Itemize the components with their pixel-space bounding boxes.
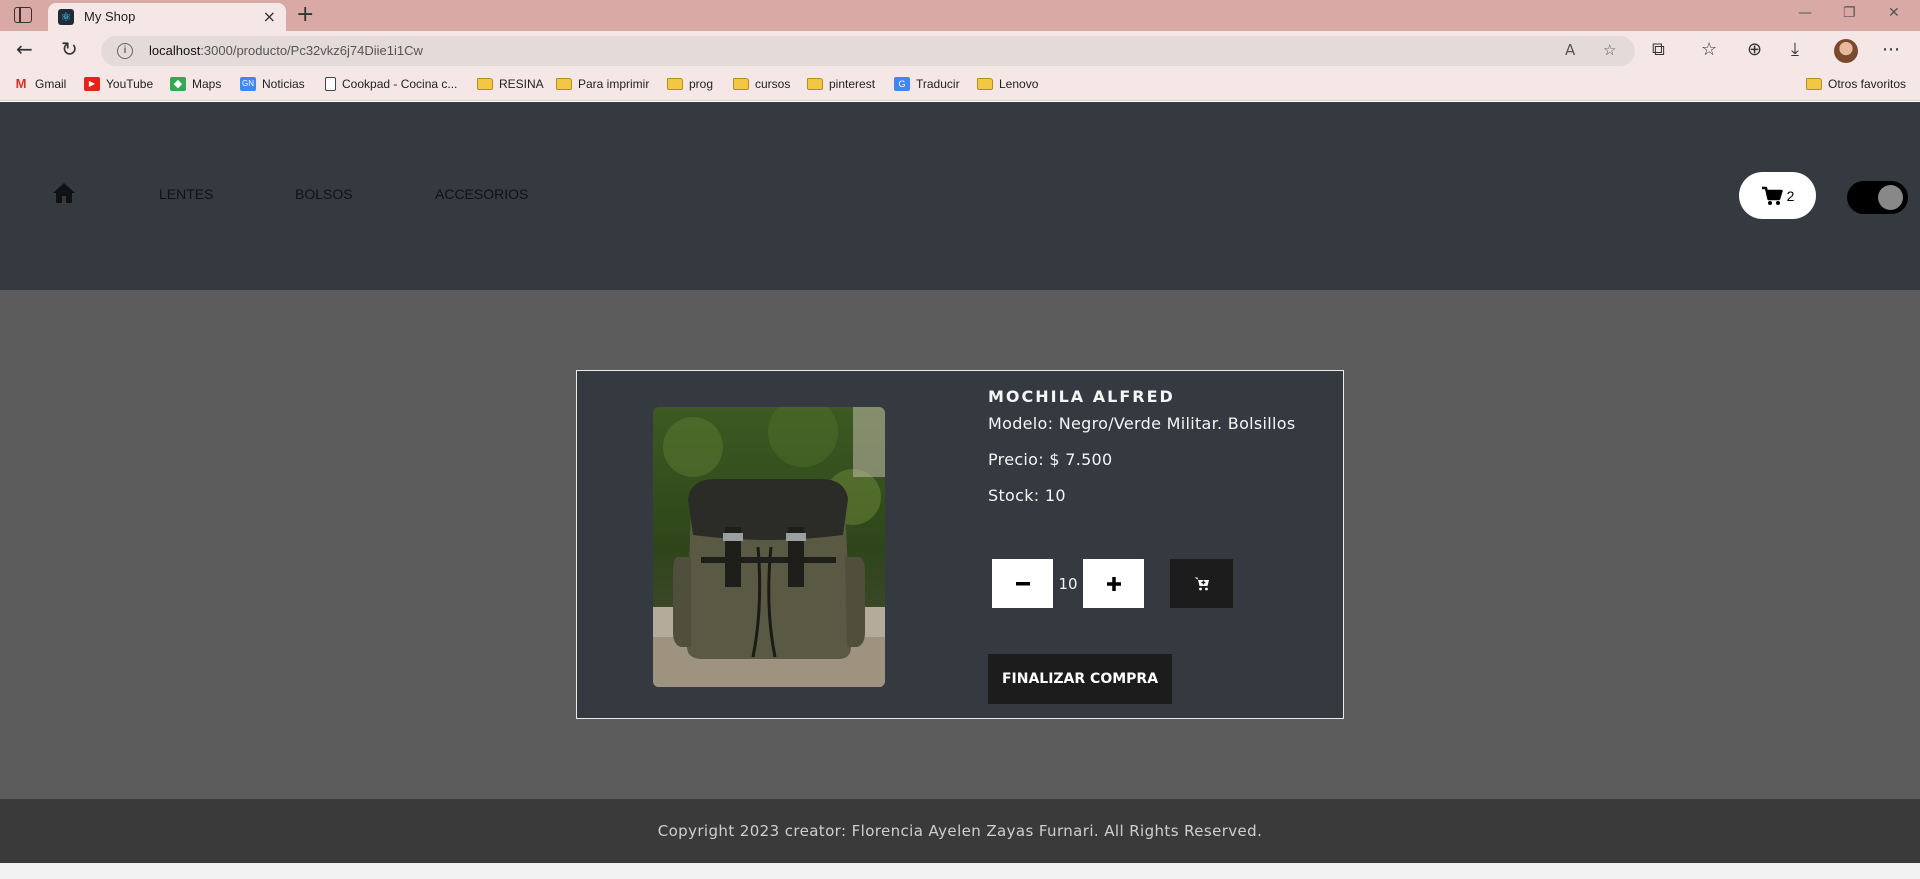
extensions-icon[interactable]: ⧉ — [1652, 39, 1665, 60]
bookmark-label: Traducir — [916, 77, 960, 91]
minimize-icon[interactable]: — — [1798, 5, 1812, 21]
site-header: LENTES BOLSOS ACCESORIOS 2 — [0, 102, 1920, 290]
quantity-stepper: 10 — [992, 559, 1144, 608]
bookmark-label: cursos — [755, 77, 791, 91]
plus-icon — [1106, 576, 1121, 591]
bookmark-resina[interactable]: RESINA — [477, 77, 544, 91]
bookmark-label: RESINA — [499, 77, 544, 91]
url-text[interactable]: localhost:3000/producto/Pc32vkz6j74Diie1… — [149, 43, 423, 58]
reload-icon[interactable]: ↻ — [61, 37, 78, 61]
product-image — [653, 407, 885, 687]
folder-icon — [807, 78, 823, 90]
main-content: MOCHILA ALFRED Modelo: Negro/Verde Milit… — [0, 290, 1920, 799]
more-menu-icon[interactable]: ⋯ — [1882, 39, 1900, 60]
site-info-icon[interactable]: i — [117, 43, 133, 59]
product-model: Modelo: Negro/Verde Militar. Bolsillos — [988, 414, 1296, 433]
folder-icon — [733, 78, 749, 90]
close-tab-icon[interactable]: × — [263, 7, 276, 26]
product-card: MOCHILA ALFRED Modelo: Negro/Verde Milit… — [576, 370, 1344, 719]
address-bar[interactable]: i localhost:3000/producto/Pc32vkz6j74Dii… — [101, 36, 1635, 66]
increase-quantity-button[interactable] — [1083, 559, 1144, 608]
cart-icon — [1761, 186, 1783, 205]
translate-icon: G — [894, 77, 910, 91]
product-stock: Stock: 10 — [988, 486, 1066, 505]
page-icon — [325, 77, 336, 91]
bookmark-label: Gmail — [35, 77, 67, 91]
checkout-button[interactable]: FINALIZAR COMPRA — [988, 654, 1172, 704]
bookmark-maps[interactable]: ◆ Maps — [170, 77, 221, 91]
profile-avatar[interactable] — [1834, 39, 1858, 63]
favorites-icon[interactable]: ☆ — [1701, 39, 1717, 60]
bookmark-label: prog — [689, 77, 714, 91]
browser-toolbar: ← ↻ i localhost:3000/producto/Pc32vkz6j7… — [0, 31, 1920, 71]
nav-link-bolsos[interactable]: BOLSOS — [295, 186, 353, 202]
product-info: MOCHILA ALFRED Modelo: Negro/Verde Milit… — [988, 387, 1328, 522]
bookmark-label: Para imprimir — [578, 77, 650, 91]
home-icon[interactable] — [52, 182, 76, 204]
decrease-quantity-button[interactable] — [992, 559, 1053, 608]
tab-actions-icon[interactable] — [14, 7, 32, 23]
tab-title: My Shop — [84, 9, 136, 24]
url-path: :3000/producto/Pc32vkz6j74Diie1i1Cw — [200, 43, 423, 58]
collections-icon[interactable]: ⊕ — [1747, 39, 1762, 60]
bookmark-lenovo[interactable]: Lenovo — [977, 77, 1038, 91]
footer-copyright: Copyright 2023 creator: Florencia Ayelen… — [657, 822, 1263, 840]
bookmark-label: Lenovo — [999, 77, 1039, 91]
product-price: Precio: $ 7.500 — [988, 450, 1113, 469]
url-host: localhost — [149, 43, 201, 58]
news-icon: GN — [240, 77, 256, 91]
cart-plus-icon — [1194, 577, 1209, 591]
bookmark-cursos[interactable]: cursos — [733, 77, 790, 91]
add-to-cart-button[interactable] — [1170, 559, 1233, 608]
bookmark-label: YouTube — [106, 77, 154, 91]
quantity-value: 10 — [1058, 574, 1078, 593]
bookmark-gmail[interactable]: M Gmail — [13, 76, 67, 92]
minus-icon — [1015, 581, 1030, 585]
gmail-icon: M — [15, 76, 27, 91]
bookmark-cookpad[interactable]: Cookpad - Cocina c... — [325, 77, 457, 91]
bookmark-youtube[interactable]: ▶ YouTube — [84, 77, 153, 91]
bookmark-label: Otros favoritos — [1828, 77, 1907, 91]
bookmark-label: Noticias — [262, 77, 305, 91]
downloads-icon[interactable]: ⤓ — [1791, 39, 1799, 60]
nav-link-accesorios[interactable]: ACCESORIOS — [435, 186, 528, 202]
youtube-icon: ▶ — [84, 77, 100, 91]
bookmark-para-imprimir[interactable]: Para imprimir — [556, 77, 649, 91]
bookmark-label: Cookpad - Cocina c... — [342, 77, 458, 91]
restore-icon[interactable]: ❐ — [1843, 5, 1856, 21]
cart-button[interactable]: 2 — [1739, 172, 1816, 219]
cart-count: 2 — [1786, 187, 1795, 204]
toggle-knob — [1878, 185, 1903, 210]
back-icon[interactable]: ← — [16, 37, 33, 61]
site-footer: Copyright 2023 creator: Florencia Ayelen… — [0, 799, 1920, 863]
folder-icon — [1806, 78, 1822, 90]
folder-icon — [556, 78, 572, 90]
new-tab-icon[interactable]: + — [296, 2, 314, 27]
read-aloud-icon[interactable]: A — [1565, 41, 1575, 59]
page-bottom-strip — [0, 863, 1920, 879]
bookmark-label: pinterest — [829, 77, 876, 91]
maps-icon: ◆ — [170, 77, 186, 91]
folder-icon — [667, 78, 683, 90]
browser-tab-bar: ⚛ My Shop × + — ❐ ✕ — [0, 0, 1920, 31]
bookmark-label: Maps — [192, 77, 222, 91]
bookmark-noticias[interactable]: GN Noticias — [240, 77, 305, 91]
bookmark-traducir[interactable]: G Traducir — [894, 77, 960, 91]
bookmark-prog[interactable]: prog — [667, 77, 713, 91]
bookmarks-bar: M Gmail ▶ YouTube ◆ Maps GN Noticias Coo… — [0, 71, 1920, 101]
add-favorite-icon[interactable]: ☆ — [1603, 41, 1616, 59]
product-title: MOCHILA ALFRED — [988, 387, 1175, 406]
folder-icon — [977, 78, 993, 90]
react-favicon-icon: ⚛ — [58, 9, 74, 25]
bookmark-pinterest[interactable]: pinterest — [807, 77, 875, 91]
window-close-icon[interactable]: ✕ — [1888, 5, 1900, 21]
theme-toggle[interactable] — [1847, 181, 1908, 214]
bookmark-otros-favoritos[interactable]: Otros favoritos — [1806, 77, 1906, 91]
browser-tab[interactable]: ⚛ My Shop × — [48, 3, 286, 31]
nav-link-lentes[interactable]: LENTES — [159, 186, 213, 202]
folder-icon — [477, 78, 493, 90]
